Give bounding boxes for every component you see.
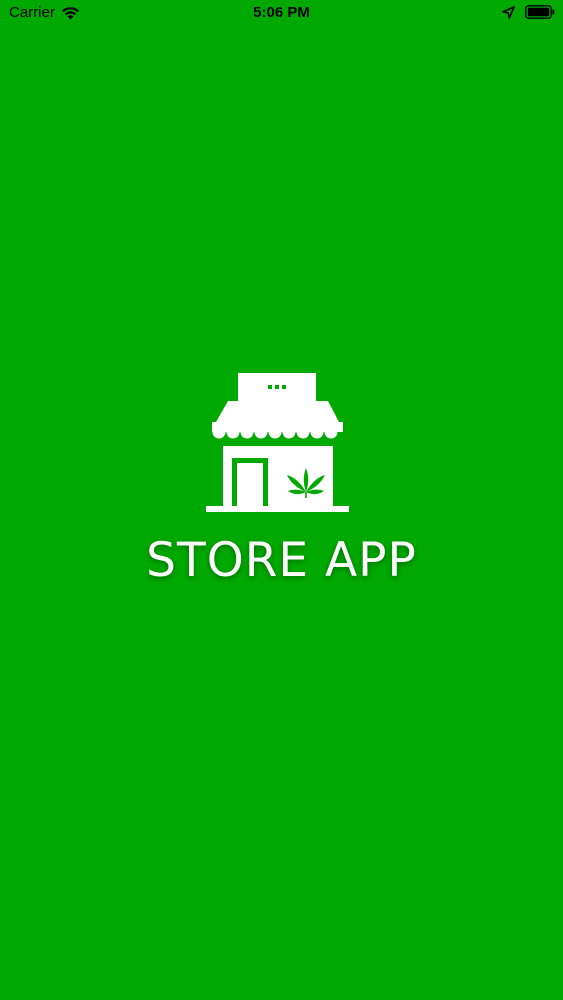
splash-screen: Carrier 5:06 PM STORE APP: [0, 0, 563, 1000]
status-bar: Carrier 5:06 PM: [0, 0, 563, 30]
location-arrow-icon: [502, 5, 515, 19]
status-right: [502, 5, 555, 19]
status-time: 5:06 PM: [253, 4, 310, 21]
battery-icon: [525, 5, 555, 19]
splash-content: STORE APP: [0, 370, 563, 584]
app-title: STORE APP: [146, 533, 417, 588]
store-front-icon: [206, 370, 356, 515]
